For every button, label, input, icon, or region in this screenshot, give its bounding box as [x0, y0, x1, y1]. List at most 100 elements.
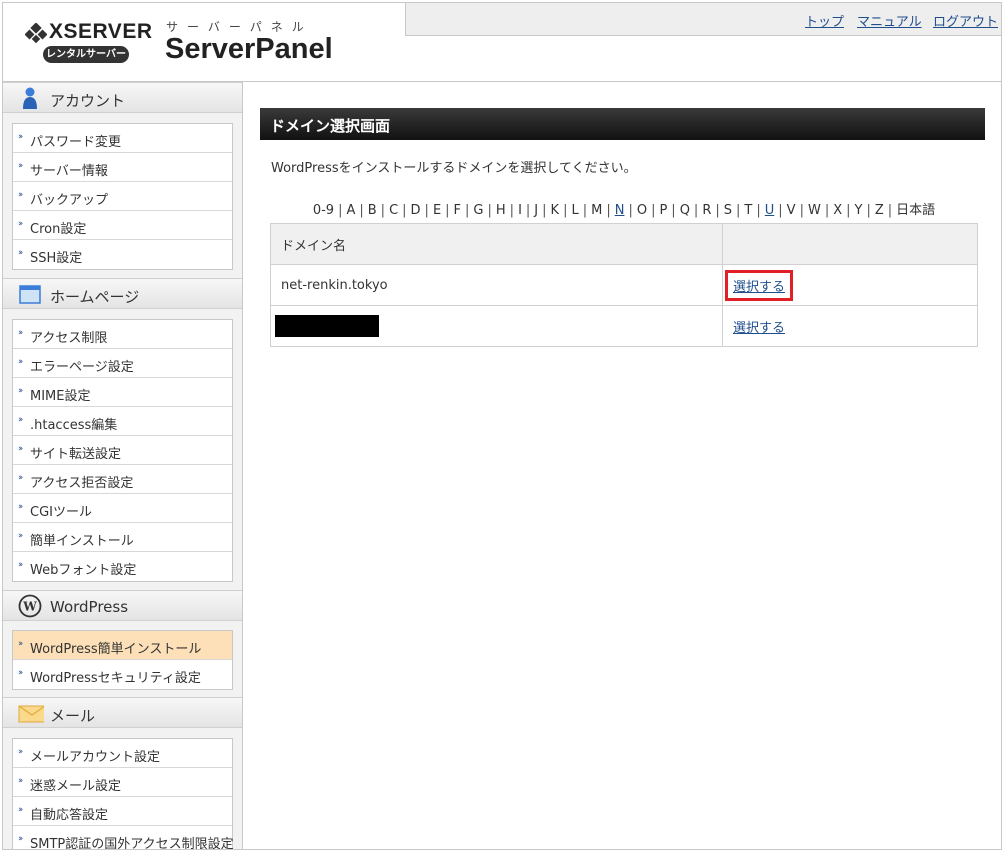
column-header-domain: ドメイン名: [270, 223, 723, 265]
separator: |: [542, 203, 547, 218]
alphabet-filter-item: M: [591, 203, 603, 218]
domain-table: ドメイン名 net-renkin.tokyo 選択する 選択する: [270, 223, 978, 347]
separator: |: [487, 203, 492, 218]
alphabet-filter-item[interactable]: N: [615, 203, 625, 218]
separator: |: [866, 203, 871, 218]
section-homepage-title: ホームページ: [50, 288, 140, 306]
separator: |: [424, 203, 429, 218]
arrow-icon: ››: [18, 161, 23, 171]
page-title-bar: ドメイン選択画面: [260, 108, 985, 140]
sidebar-item-password[interactable]: ›› パスワード変更: [13, 124, 232, 153]
alphabet-filter-item: Q: [679, 203, 690, 218]
xserver-logo-icon: [25, 23, 47, 44]
top-nav: トップ マニュアル ログアウト: [405, 3, 1001, 36]
alphabet-filter-item: O: [636, 203, 648, 218]
separator: |: [563, 203, 568, 218]
nav-logout-link[interactable]: ログアウト: [933, 11, 998, 30]
select-domain-link[interactable]: 選択する: [733, 280, 785, 295]
sidebar-item-htaccess[interactable]: ›› .htaccess編集: [13, 407, 232, 436]
sidebar-item-ssh[interactable]: ›› SSH設定: [13, 240, 232, 269]
sidebar-item-server-info[interactable]: ›› サーバー情報: [13, 153, 232, 182]
separator: |: [582, 203, 588, 218]
arrow-icon: ››: [18, 473, 23, 483]
nav-manual-link[interactable]: マニュアル: [857, 11, 922, 30]
section-homepage: ホームページ: [3, 278, 242, 309]
table-header-row: ドメイン名: [270, 223, 978, 265]
account-menu: ›› パスワード変更 ›› サーバー情報 ›› バックアップ ›› Cron設定 ›› S…: [12, 123, 233, 270]
separator: |: [628, 203, 633, 218]
arrow-icon: ››: [18, 328, 23, 338]
arrow-icon: ››: [18, 531, 23, 541]
alphabet-filter-item: L: [571, 203, 579, 218]
nav-top-link[interactable]: トップ: [805, 11, 844, 30]
select-domain-link[interactable]: 選択する: [733, 321, 785, 336]
arrow-icon: ››: [18, 668, 23, 678]
domain-name: net-renkin.tokyo: [270, 264, 723, 306]
brand-badge: レンタルサーバー: [43, 46, 129, 63]
highlight-box: 選択する: [724, 269, 794, 301]
svg-text:W: W: [22, 600, 37, 614]
section-account: アカウント: [3, 82, 242, 113]
separator: |: [465, 203, 470, 218]
separator: |: [824, 203, 830, 218]
column-header-action: [722, 223, 978, 265]
alphabet-filter-item[interactable]: U: [765, 203, 775, 218]
section-mail-title: メール: [50, 707, 96, 725]
separator: |: [736, 203, 741, 218]
arrow-icon: ››: [18, 219, 23, 229]
alphabet-filter-item: P: [659, 203, 668, 218]
separator: |: [799, 203, 804, 218]
sidebar-item-site-redirect[interactable]: ›› サイト転送設定: [13, 436, 232, 465]
arrow-icon: ››: [18, 776, 23, 786]
separator: |: [509, 203, 515, 218]
section-wordpress: W WordPress: [3, 590, 242, 621]
separator: |: [445, 203, 450, 218]
section-mail: メール: [3, 697, 242, 728]
page-title: ドメイン選択画面: [270, 117, 391, 135]
section-wordpress-title: WordPress: [50, 598, 129, 616]
alphabet-filter-item: R: [702, 203, 712, 218]
alphabet-filter-item: X: [833, 203, 843, 218]
separator: |: [606, 203, 611, 218]
sidebar-item-mime[interactable]: ›› MIME設定: [13, 378, 232, 407]
sidebar-item-cron[interactable]: ›› Cron設定: [13, 211, 232, 240]
sidebar-item-access-limit[interactable]: ›› アクセス制限: [13, 320, 232, 349]
sidebar-item-backup[interactable]: ›› バックアップ: [13, 182, 232, 211]
separator: |: [887, 203, 893, 218]
alphabet-filter-item: I: [518, 203, 522, 218]
instruction-text: WordPressをインストールするドメインを選択してください。: [271, 161, 637, 176]
arrow-icon: ››: [18, 444, 23, 454]
sidebar-item-wp-easy-install[interactable]: ›› WordPress簡単インストール: [13, 631, 232, 660]
wordpress-menu: ›› WordPress簡単インストール ›› WordPressセキュリティ設定: [12, 630, 233, 690]
separator: |: [402, 203, 407, 218]
arrow-icon: ››: [18, 190, 23, 200]
sidebar-item-spam[interactable]: ›› 迷惑メール設定: [13, 768, 232, 797]
separator: |: [693, 203, 699, 218]
separator: |: [671, 203, 676, 218]
arrow-icon: ››: [18, 386, 23, 396]
redacted-domain: [275, 315, 379, 337]
separator: |: [651, 203, 656, 218]
arrow-icon: ››: [18, 248, 23, 258]
sidebar-item-auto-reply[interactable]: ›› 自動応答設定: [13, 797, 232, 826]
sidebar-item-webfont[interactable]: ›› Webフォント設定: [13, 552, 232, 581]
sidebar-item-cgi-tools[interactable]: ›› CGIツール: [13, 494, 232, 523]
arrow-icon: ››: [18, 560, 23, 570]
alphabet-filter-item: W: [807, 203, 821, 218]
sidebar-item-wp-security[interactable]: ›› WordPressセキュリティ設定: [13, 660, 232, 689]
separator: |: [715, 203, 720, 218]
sidebar-item-access-deny[interactable]: ›› アクセス拒否設定: [13, 465, 232, 494]
sidebar-item-smtp-restriction[interactable]: ›› SMTP認証の国外アクセス制限設定: [13, 826, 234, 849]
alphabet-filter-item: K: [550, 203, 560, 218]
arrow-icon: ››: [18, 132, 23, 142]
sidebar-item-easy-install[interactable]: ›› 簡単インストール: [13, 523, 232, 552]
mail-icon: [18, 705, 44, 723]
arrow-icon: ››: [18, 639, 23, 649]
header: XSERVER レンタルサーバー サーバーパネル ServerPanel トップ…: [3, 3, 1001, 82]
alphabet-filter-item: J: [534, 203, 539, 218]
arrow-icon: ››: [18, 805, 23, 815]
alphabet-filter-item: E: [432, 203, 442, 218]
sidebar-item-mail-account[interactable]: ›› メールアカウント設定: [13, 739, 232, 768]
sidebar-item-error-page[interactable]: ›› エラーページ設定: [13, 349, 232, 378]
alphabet-filter: 0-9 | A | B | C | D | E | F | G | H | I | J | K | L | M | N | O | P | Q | R |…: [271, 199, 977, 218]
